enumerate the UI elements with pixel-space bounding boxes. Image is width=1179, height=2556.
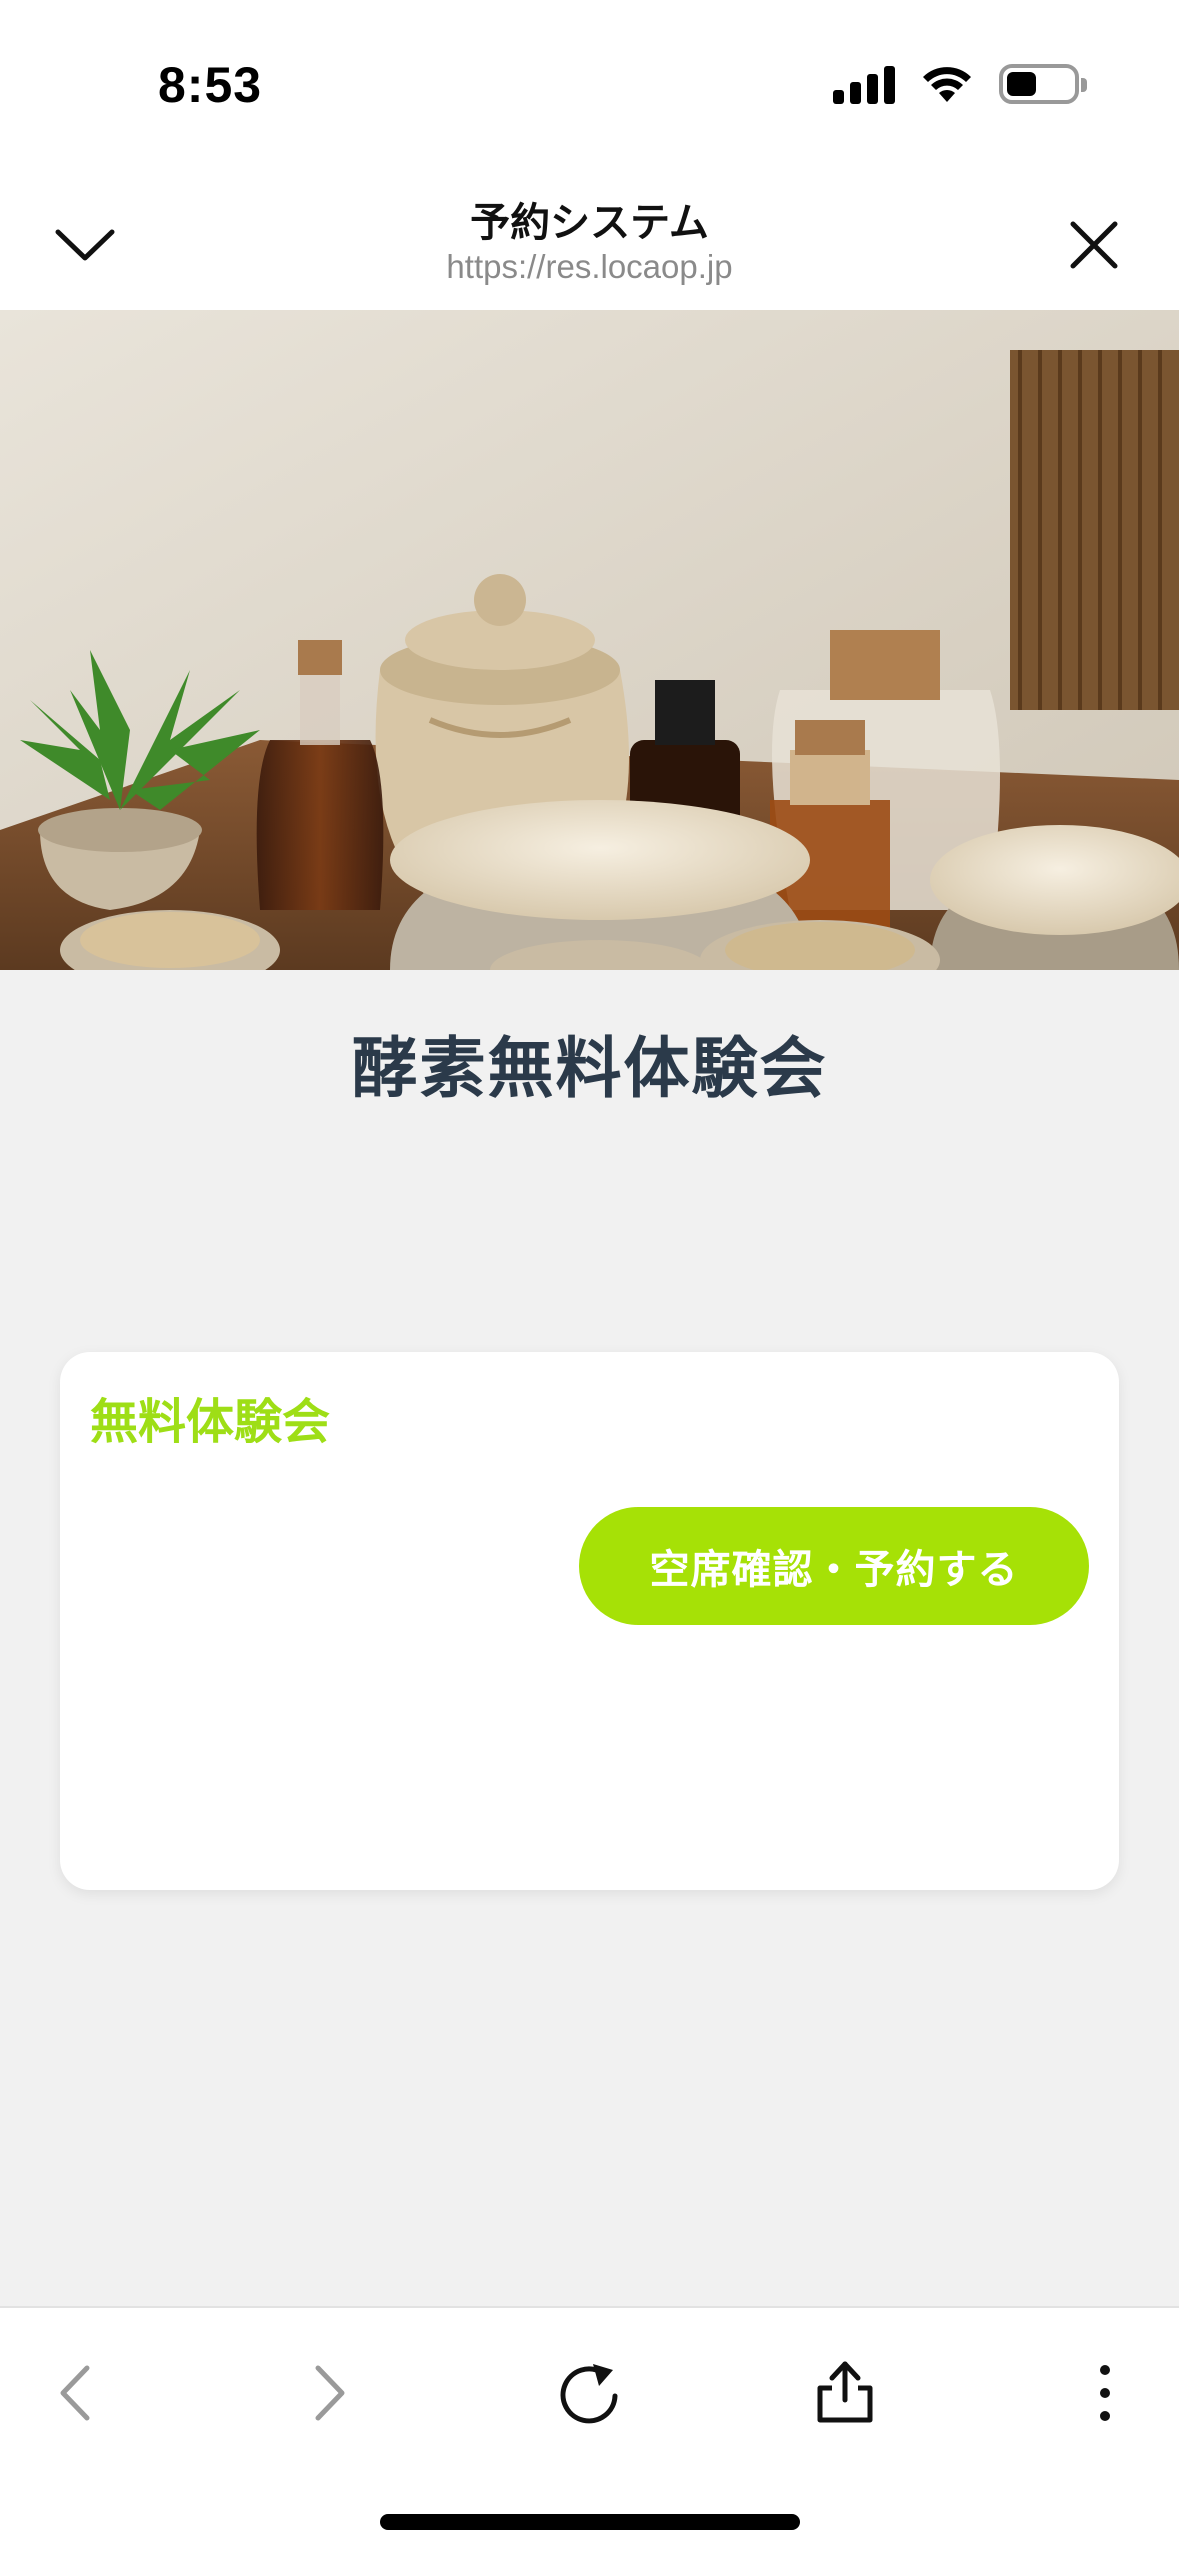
battery-icon [999, 64, 1087, 104]
header-url: https://res.locaop.jp [446, 248, 733, 285]
more-icon [1100, 2365, 1110, 2421]
wifi-icon [923, 67, 971, 102]
back-button[interactable] [30, 2348, 120, 2438]
share-icon [817, 2361, 873, 2423]
event-card-title: 無料体験会 [90, 1394, 331, 1450]
back-icon [60, 2365, 90, 2421]
forward-button[interactable] [285, 2348, 375, 2438]
status-icons [833, 64, 1087, 104]
header-title: 予約システム [470, 200, 709, 246]
status-bar: 8:53 [0, 0, 1179, 180]
forward-icon [315, 2365, 345, 2421]
share-button[interactable] [800, 2348, 890, 2438]
page-title: 酵素無料体験会 [351, 1030, 828, 1107]
more-button[interactable] [1060, 2348, 1150, 2438]
reload-icon [560, 2364, 618, 2424]
event-card: 無料体験会 空席確認・予約する [60, 1352, 1119, 1890]
reserve-button[interactable]: 空席確認・予約する [579, 1507, 1089, 1625]
close-icon[interactable] [1059, 210, 1129, 280]
status-time: 8:53 [158, 57, 263, 113]
home-indicator [380, 2514, 800, 2530]
hero-image [0, 310, 1179, 970]
signal-icon [833, 64, 895, 104]
reload-button[interactable] [545, 2348, 635, 2438]
browser-header: 予約システム https://res.locaop.jp [0, 180, 1179, 310]
